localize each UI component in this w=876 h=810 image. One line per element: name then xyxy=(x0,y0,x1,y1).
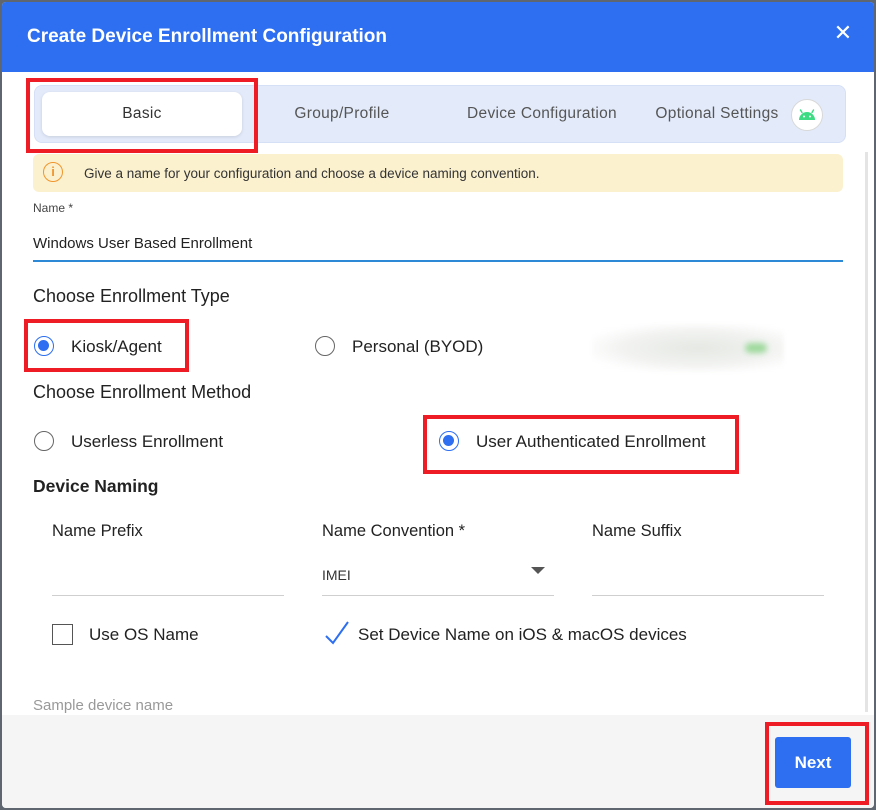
close-icon: ✕ xyxy=(833,21,853,46)
scrollbar[interactable] xyxy=(865,152,868,712)
name-label: Name * xyxy=(33,201,74,215)
radio-userless-enrollment[interactable]: Userless Enrollment xyxy=(34,431,244,457)
radio-user-authenticated-enrollment-control[interactable] xyxy=(439,431,459,451)
tab-basic[interactable]: Basic xyxy=(42,92,242,136)
device-naming-title: Device Naming xyxy=(33,476,159,496)
radio-kiosk-agent-control[interactable] xyxy=(34,336,54,356)
tab-group-profile[interactable]: Group/Profile xyxy=(242,92,442,136)
blurred-toggle xyxy=(745,343,767,353)
checkmark-icon xyxy=(325,621,349,645)
name-suffix-underline xyxy=(592,595,824,596)
radio-kiosk-agent[interactable]: Kiosk/Agent xyxy=(34,336,184,362)
tab-device-configuration[interactable]: Device Configuration xyxy=(442,92,642,136)
tab-device-configuration-label: Device Configuration xyxy=(467,105,617,122)
radio-personal-byod-control[interactable] xyxy=(315,336,335,356)
name-convention-label: Name Convention * xyxy=(322,522,466,540)
name-suffix-input[interactable] xyxy=(592,557,824,593)
use-os-name-label: Use OS Name xyxy=(89,625,199,644)
radio-kiosk-agent-label: Kiosk/Agent xyxy=(71,337,162,356)
dialog-footer xyxy=(2,715,874,808)
tab-optional-settings[interactable]: Optional Settings xyxy=(647,92,787,136)
radio-personal-byod-label: Personal (BYOD) xyxy=(352,337,484,356)
next-button[interactable]: Next xyxy=(775,737,851,788)
close-button[interactable]: ✕ xyxy=(832,23,854,45)
tab-bar: Basic Group/Profile Device Configuration… xyxy=(34,85,846,143)
set-device-name-checkbox[interactable] xyxy=(324,614,349,648)
name-prefix-underline xyxy=(52,595,284,596)
dialog-title: Create Device Enrollment Configuration xyxy=(27,26,388,47)
radio-personal-byod[interactable]: Personal (BYOD) xyxy=(315,336,495,362)
tab-basic-label: Basic xyxy=(122,105,162,122)
info-icon: i xyxy=(43,162,63,182)
use-os-name-checkbox[interactable] xyxy=(52,624,73,645)
dialog-header: Create Device Enrollment Configuration ✕ xyxy=(2,2,874,72)
enrollment-dialog: Create Device Enrollment Configuration ✕… xyxy=(2,2,874,808)
radio-userless-enrollment-label: Userless Enrollment xyxy=(71,432,224,451)
chevron-down-icon[interactable] xyxy=(531,567,545,574)
radio-userless-enrollment-control[interactable] xyxy=(34,431,54,451)
radio-user-authenticated-enrollment[interactable]: User Authenticated Enrollment xyxy=(439,431,729,457)
info-text: Give a name for your configuration and c… xyxy=(84,166,540,181)
enrollment-method-title: Choose Enrollment Method xyxy=(33,382,252,402)
name-prefix-input[interactable] xyxy=(52,557,284,593)
name-input[interactable] xyxy=(33,226,843,262)
android-icon xyxy=(791,99,823,131)
name-convention-select[interactable] xyxy=(322,557,554,595)
sample-device-name-label: Sample device name xyxy=(33,697,174,714)
name-suffix-label: Name Suffix xyxy=(592,522,682,540)
enrollment-type-title: Choose Enrollment Type xyxy=(33,286,230,306)
radio-user-authenticated-enrollment-label: User Authenticated Enrollment xyxy=(476,432,706,451)
name-convention-underline xyxy=(322,595,554,596)
info-banner: i Give a name for your configuration and… xyxy=(33,154,843,192)
name-convention-value: IMEI xyxy=(322,567,351,583)
tab-group-profile-label: Group/Profile xyxy=(294,105,390,122)
set-device-name-label: Set Device Name on iOS & macOS devices xyxy=(358,625,687,644)
name-prefix-label: Name Prefix xyxy=(52,522,143,540)
tab-optional-settings-label: Optional Settings xyxy=(655,105,779,122)
